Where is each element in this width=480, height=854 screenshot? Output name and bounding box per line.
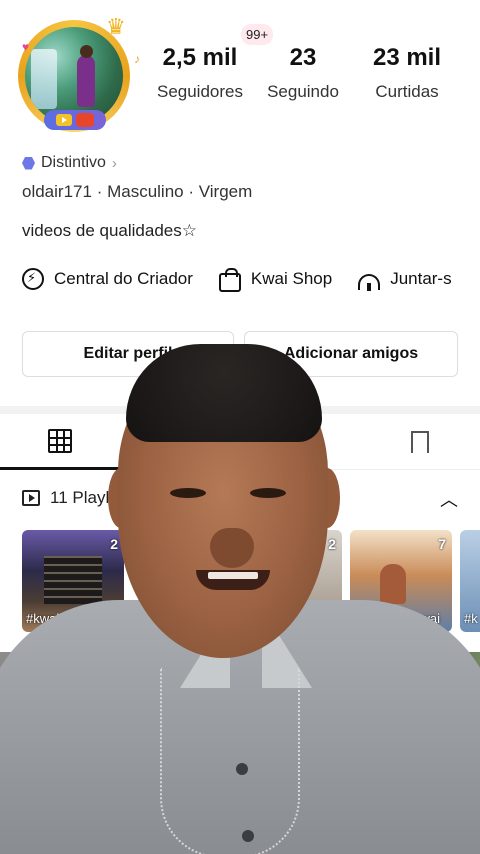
playlist-icon [22, 490, 40, 506]
record-label: e05 [8, 660, 39, 680]
distintivo-label: Distintivo [41, 154, 106, 171]
video-grid-preview[interactable] [0, 652, 480, 854]
edit-profile-button[interactable]: Editar perfil [22, 331, 234, 377]
add-friends-button[interactable]: Adicionar amigos [244, 331, 458, 377]
playlist-tag: #kwaiviraliza [26, 611, 100, 626]
playlist-thumbnail[interactable]: #k la [460, 530, 480, 632]
playlist-tag: aquiger [244, 611, 288, 626]
playlist-header[interactable]: 11 Playlis [22, 488, 122, 508]
notification-badge: 99+ [241, 24, 274, 45]
separator-dot: · [96, 182, 108, 201]
music-note-icon: ♪ [134, 52, 140, 66]
playlist-carousel: 2 #kwaiviraliza 2 aquiger 7 #Bom pra kwa… [22, 530, 480, 634]
gender: Masculino [107, 182, 184, 201]
creator-badge [44, 110, 106, 130]
profile-bio: videos de qualidades☆ [22, 221, 197, 240]
tent-icon [358, 274, 381, 291]
shopping-bag-icon [218, 267, 241, 292]
shortcut-row: Central do Criador Kwai Shop Juntar-s [22, 267, 452, 292]
section-divider [0, 406, 480, 414]
separator-dot: · [188, 182, 199, 201]
playlist-video-count: 2 [110, 536, 118, 552]
shortcut-kwai-shop[interactable]: Kwai Shop [218, 267, 333, 292]
likes-label: Curtidas [375, 82, 439, 101]
chevron-up-icon[interactable]: ︿ [440, 486, 458, 512]
crown-icon: ♛ [106, 14, 126, 39]
hexagon-badge-icon [22, 156, 35, 170]
followers-label: Seguidores [156, 82, 243, 101]
play-icon [56, 114, 72, 126]
bookmark-icon [411, 431, 429, 455]
chevron-right-icon: › [111, 154, 117, 172]
following-label: Seguindo [267, 82, 339, 101]
likes-count: 23 mil [372, 44, 442, 71]
profile-avatar[interactable]: ♛ ♥ ♪ [14, 14, 140, 134]
playlist-thumbnail[interactable]: 2 aquiger [240, 530, 342, 632]
heart-icon: ♥ [22, 40, 30, 54]
stat-likes[interactable]: 23 mil Curtidas [364, 44, 450, 102]
grid-icon [48, 428, 72, 453]
tab-grid[interactable] [0, 414, 120, 470]
playlist-thumbnail[interactable]: 2 #kwaiviraliza [22, 530, 124, 632]
following-count: 23 [289, 44, 317, 71]
tab-saved[interactable] [360, 414, 480, 470]
content-tabs [0, 414, 480, 470]
lightning-circle-icon [22, 268, 44, 290]
playlist-thumbnail[interactable]: 7 #Bom pra kwai [350, 530, 452, 632]
playlist-video-count: 2 [328, 536, 336, 552]
camera-icon [76, 113, 94, 127]
shortcut-label: Kwai Shop [250, 269, 333, 288]
distintivo-link[interactable]: Distintivo › [22, 154, 117, 172]
shortcut-label: Juntar-s [390, 269, 452, 288]
followers-count: 2,5 mil [162, 44, 238, 71]
playlist-tag: #k la [464, 611, 480, 626]
shortcut-creator-center[interactable]: Central do Criador [22, 268, 193, 290]
shortcut-join[interactable]: Juntar-s [358, 268, 452, 291]
playlist-count-label: 11 Playlis [50, 488, 122, 507]
zodiac-sign: Virgem [198, 182, 253, 201]
playlist-video-count: 7 [438, 536, 446, 552]
shortcut-label: Central do Criador [54, 269, 193, 288]
playlist-tag: #Bom pra kwai [354, 611, 440, 626]
username: oldair171 [22, 182, 92, 201]
profile-info-line: oldair171 · Masculino · Virgem [22, 182, 252, 202]
stat-following[interactable]: 23 Seguindo [262, 44, 344, 102]
stat-followers[interactable]: 2,5 mil Seguidores [152, 44, 248, 102]
